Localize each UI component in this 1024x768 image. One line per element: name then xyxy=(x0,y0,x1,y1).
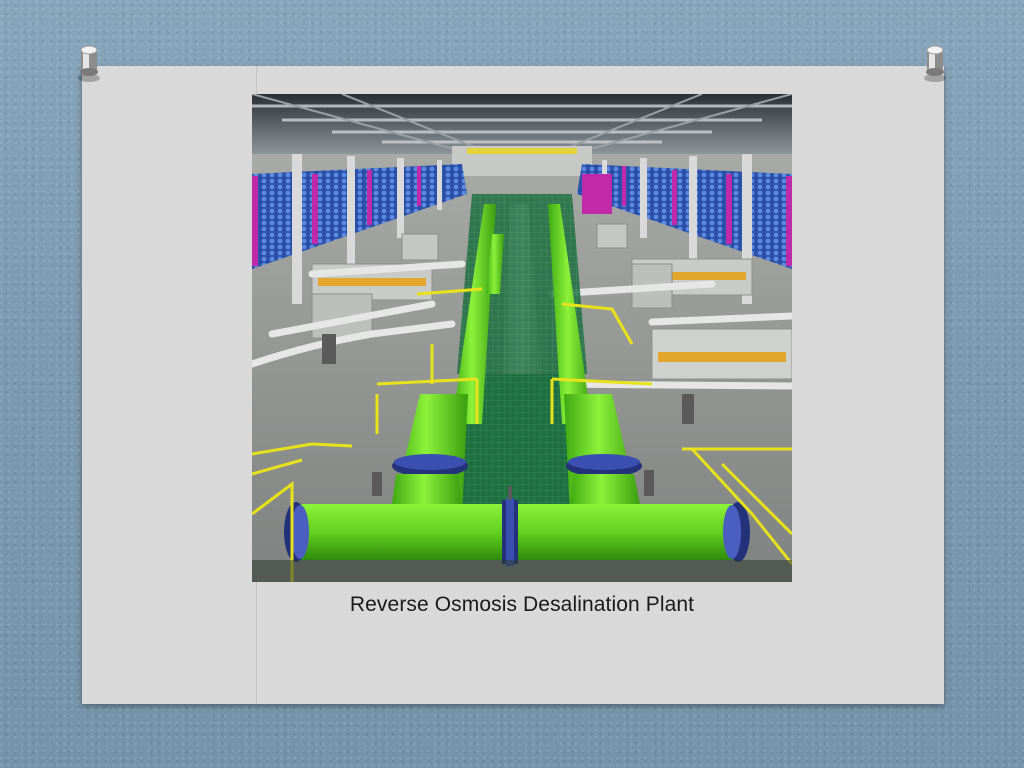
desalination-plant-photo xyxy=(252,94,792,582)
pushpin-left-icon xyxy=(78,45,100,82)
pushpin-right-icon xyxy=(924,45,946,82)
photo-caption: Reverse Osmosis Desalination Plant xyxy=(349,593,695,616)
plant-illustration xyxy=(252,94,792,582)
